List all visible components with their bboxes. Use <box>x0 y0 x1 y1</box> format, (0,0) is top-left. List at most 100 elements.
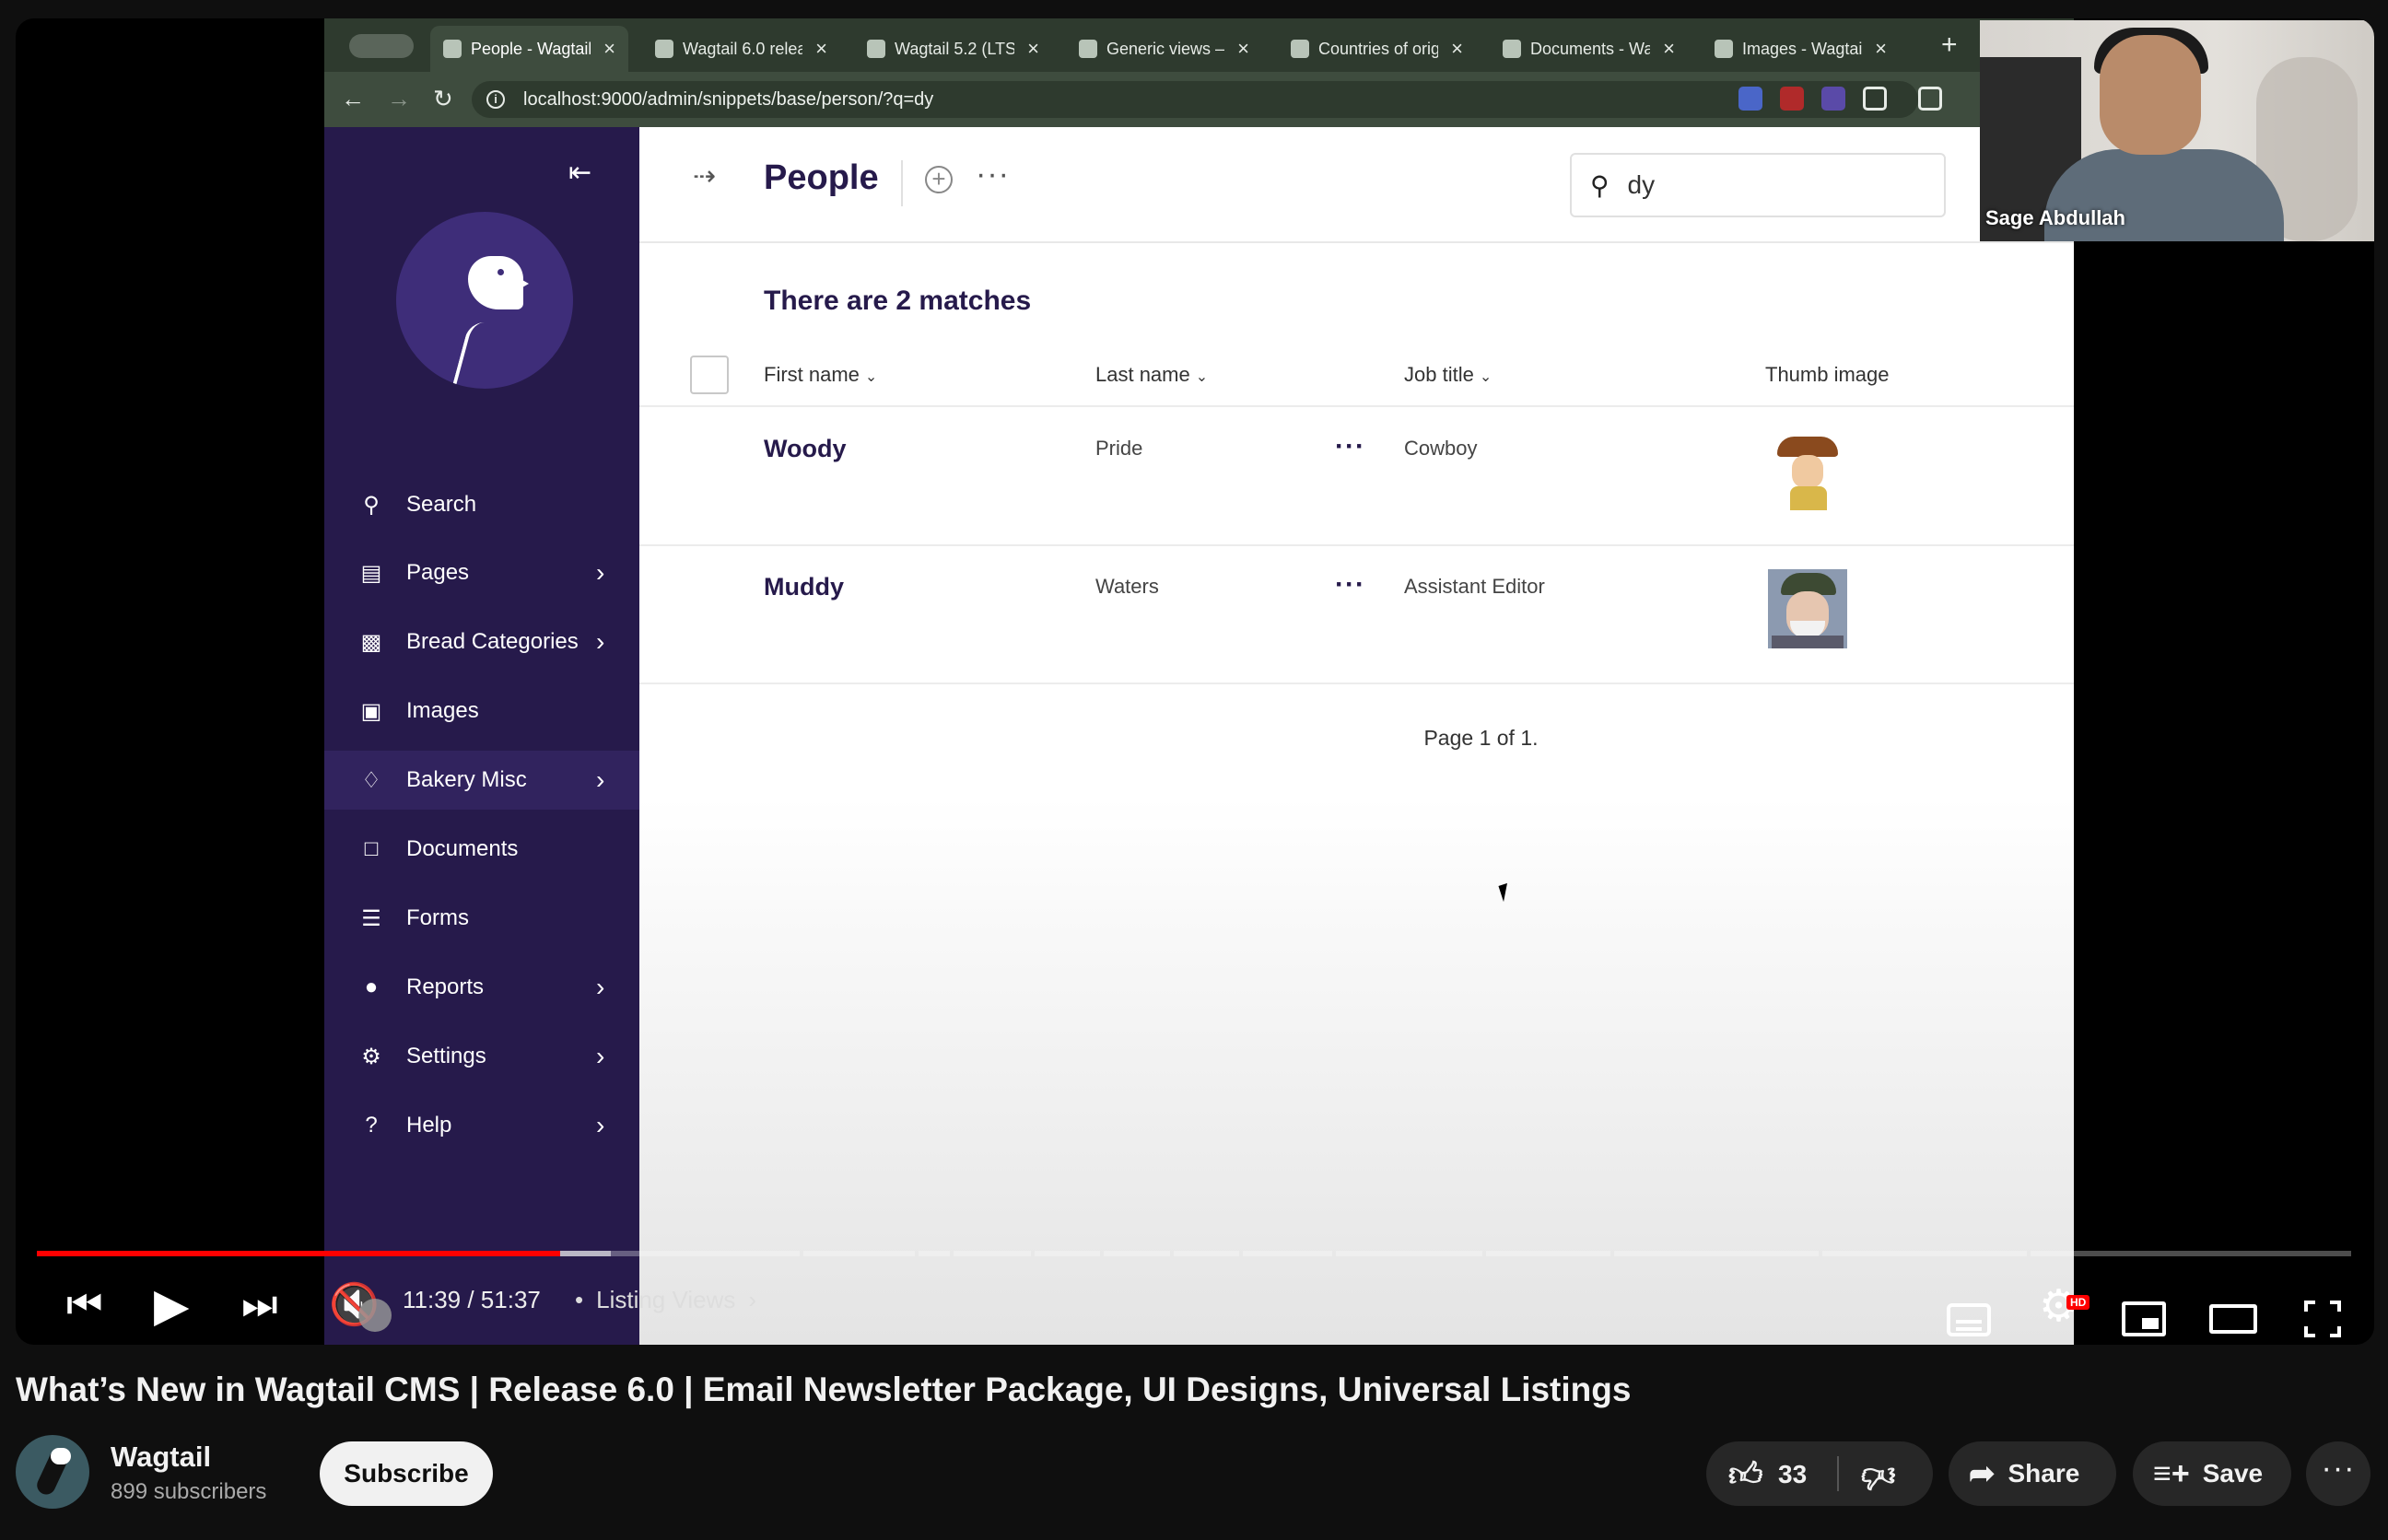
share-label: Share <box>2008 1459 2080 1488</box>
close-icon: × <box>1237 37 1249 60</box>
browser-address-bar: ← → ↻ i localhost:9000/admin/snippets/ba… <box>324 72 2074 127</box>
sidepanel-icon <box>1918 87 1942 111</box>
column-header-last-name: Last name ⌄ <box>1095 363 1208 387</box>
browser-tab-bar: People - Wagtail × Wagtail 6.0 relea × W… <box>324 18 2074 72</box>
chapter-segment <box>1243 1251 1332 1256</box>
webcam-overlay: Sage Abdullah <box>1980 20 2374 241</box>
chevron-down-icon: ⌄ <box>1479 369 1492 385</box>
progress-played <box>37 1251 561 1256</box>
share-button[interactable]: ➦ Share <box>1949 1441 2116 1506</box>
wagtail-logo <box>396 212 573 389</box>
chapter-segment <box>1104 1251 1170 1256</box>
chapter-segment <box>1821 1251 2028 1256</box>
header-divider <box>901 160 903 206</box>
video-title: What’s New in Wagtail CMS | Release 6.0 … <box>16 1371 1632 1408</box>
muddy-thumbnail <box>1768 569 1847 648</box>
new-tab-icon: + <box>1941 29 1958 60</box>
volume-slider-handle[interactable] <box>358 1299 392 1332</box>
woody-thumbnail <box>1768 431 1847 510</box>
search-input <box>1627 170 1904 200</box>
share-icon: ➦ <box>1969 1456 1996 1491</box>
previous-icon[interactable]: ⏮ <box>66 1282 103 1328</box>
column-label: Last name <box>1095 363 1190 386</box>
theater-mode-icon[interactable] <box>2209 1304 2257 1334</box>
search-icon: ⚲ <box>363 492 380 518</box>
sidebar-item-label: Settings <box>406 1044 486 1068</box>
subscribe-button[interactable]: Subscribe <box>320 1441 493 1506</box>
chevron-down-icon: ⌄ <box>864 369 878 385</box>
sidebar-item-pages: ▤ Pages › <box>324 543 639 602</box>
extension-icon <box>1780 87 1804 111</box>
tab-label: Images - Wagtail <box>1742 39 1863 58</box>
wagtail-favicon-icon <box>1079 40 1097 58</box>
help-icon: ? <box>365 1113 378 1138</box>
mouse-cursor-icon <box>1498 882 1513 903</box>
next-icon[interactable]: ⏭ <box>241 1282 278 1328</box>
close-icon: × <box>1451 37 1463 60</box>
image-icon: ▣ <box>360 698 382 724</box>
sidebar-item-settings: ⚙ Settings › <box>324 1027 639 1086</box>
chapter-label: Listing Views <box>596 1286 736 1313</box>
extension-icon <box>1738 87 1762 111</box>
tab-label: Countries of orig <box>1318 39 1439 58</box>
column-label: Thumb image <box>1765 363 1890 386</box>
like-count: 33 <box>1778 1460 1808 1488</box>
globe-icon: ● <box>364 974 379 999</box>
chevron-right-icon: › <box>596 765 605 794</box>
sidebar-item-label: Forms <box>406 905 469 930</box>
tab-label: People - Wagtail <box>471 39 591 58</box>
url-field: i localhost:9000/admin/snippets/base/per… <box>472 81 1918 118</box>
chapter-segment <box>919 1251 951 1256</box>
chapter-segment <box>1335 1251 1483 1256</box>
fullscreen-icon[interactable] <box>2304 1301 2341 1337</box>
progress-bar[interactable] <box>37 1251 2353 1256</box>
wagtail-favicon-icon <box>1503 40 1521 58</box>
channel-avatar[interactable] <box>16 1435 89 1509</box>
channel-name[interactable]: Wagtail <box>111 1441 211 1474</box>
listing-content: ⇢ People + ··· ⚲ There are 2 matches Fir… <box>639 127 2074 1345</box>
info-icon: i <box>486 90 505 109</box>
browser-tab: Generic views – × <box>1066 26 1264 72</box>
chapter-segment <box>954 1251 1031 1256</box>
more-options-icon: ··· <box>976 157 1010 192</box>
url-text: localhost:9000/admin/snippets/base/perso… <box>523 88 934 110</box>
tab-label: Generic views – <box>1106 39 1225 58</box>
video-player[interactable]: People - Wagtail × Wagtail 6.0 relea × W… <box>16 18 2374 1345</box>
wagtail-favicon-icon <box>443 40 462 58</box>
miniplayer-icon[interactable] <box>2122 1301 2166 1336</box>
like-dislike-group: 👍︎ 33 👍︎ <box>1706 1441 1933 1506</box>
chapter-button[interactable]: • Listing Views › <box>575 1286 756 1314</box>
like-button[interactable]: 👍︎ <box>1728 1454 1763 1495</box>
sidebar-item-search: ⚲ Search <box>324 475 639 534</box>
hd-badge: HD <box>2066 1295 2090 1310</box>
table-cell-last-name: Pride <box>1095 437 1143 460</box>
column-label: Job title <box>1404 363 1474 386</box>
video-frame: People - Wagtail × Wagtail 6.0 relea × W… <box>324 18 2074 1345</box>
page-header: ⇢ People + ··· ⚲ <box>639 127 2074 243</box>
table-divider <box>639 544 2074 546</box>
extension-icon <box>1821 87 1845 111</box>
sidebar-item-reports: ● Reports › <box>324 958 639 1017</box>
tab-search-icon <box>349 34 414 58</box>
more-actions-icon[interactable]: ··· <box>2306 1441 2370 1506</box>
play-icon[interactable]: ▶ <box>154 1278 189 1332</box>
chapter-segment <box>1486 1251 1610 1256</box>
dislike-button[interactable]: 👍︎ <box>1861 1456 1896 1497</box>
sidebar-item-label: Reports <box>406 974 485 999</box>
puzzle-icon <box>1863 87 1887 111</box>
add-icon: + <box>925 166 953 193</box>
sidebar-item-label: Search <box>406 492 477 517</box>
column-header-first-name: First name ⌄ <box>764 363 877 387</box>
tab-label: Wagtail 6.0 relea <box>683 39 803 58</box>
sidebar-item-label: Help <box>406 1113 452 1138</box>
sidebar-item-bread-categories: ▩ Bread Categories › <box>324 612 639 671</box>
forward-arrow-icon: → <box>387 85 411 112</box>
wagtail-favicon-icon <box>655 40 673 58</box>
browser-tab: Documents - Wa × <box>1490 26 1688 72</box>
chapter-segment <box>2031 1251 2351 1256</box>
column-label: First name <box>764 363 860 386</box>
sidebar-item-forms: ☰ Forms <box>324 889 639 948</box>
subtitles-icon[interactable] <box>1947 1303 1991 1336</box>
save-button[interactable]: ≡+ Save <box>2133 1441 2291 1506</box>
table-cell-first-name: Woody <box>764 435 847 462</box>
